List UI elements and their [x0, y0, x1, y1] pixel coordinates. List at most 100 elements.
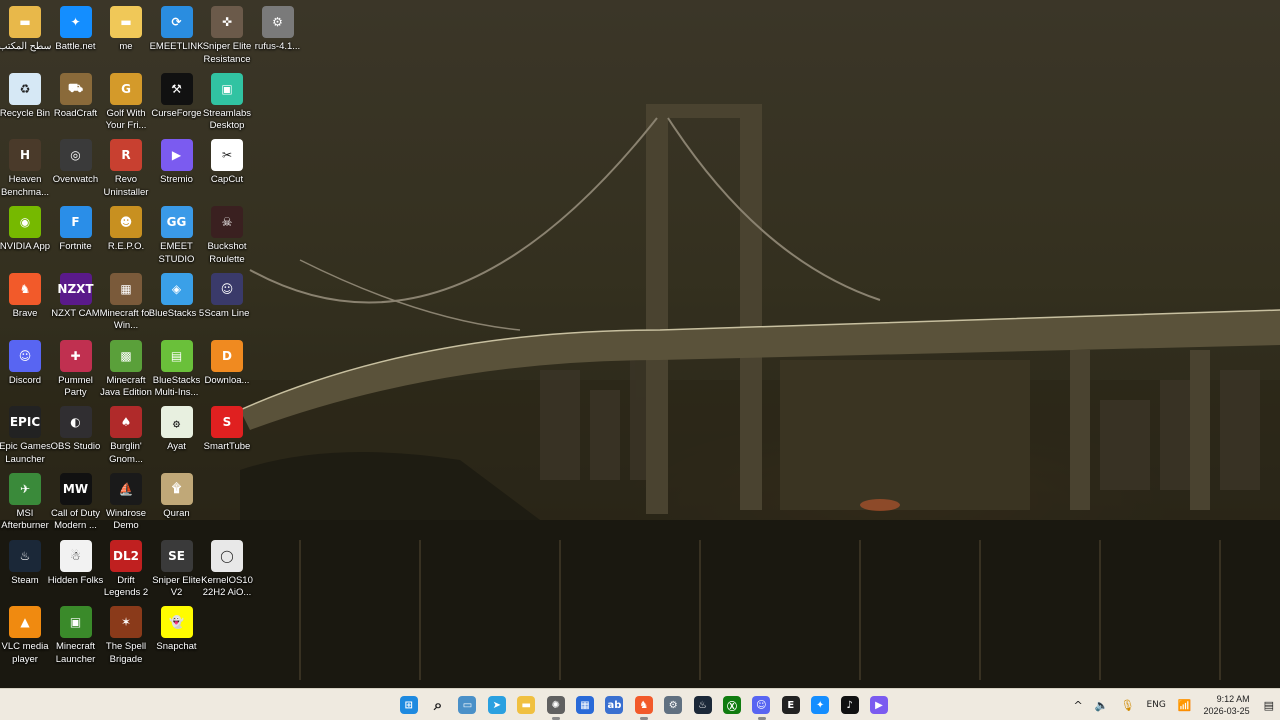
xbox-icon: Ⓧ — [722, 696, 741, 714]
folder-icon: ▬ — [517, 696, 536, 714]
desktop-icon[interactable]: ▤ BlueStacks Multi-Ins... — [152, 336, 202, 402]
desktop-icon[interactable]: ◐ OBS Studio — [51, 402, 101, 468]
taskbar-button-telegram[interactable]: ➤ — [482, 689, 511, 720]
taskbar-button-search[interactable]: ⌕ — [423, 689, 452, 720]
taskbar-button-widgets[interactable]: ▭ — [453, 689, 482, 720]
desktop-icon[interactable]: ✜ Sniper Elite Resistance — [202, 2, 252, 68]
desktop-icon-label: Battle.net — [55, 41, 96, 52]
desktop-icon[interactable]: ۞ Ayat — [152, 402, 202, 468]
taskbar-button-battlenet[interactable]: ✦ — [805, 689, 834, 720]
bluestacks-multi-icon: ▤ — [160, 339, 193, 372]
taskbar-button-settings[interactable]: ⚙ — [659, 689, 688, 720]
desktop-icon[interactable]: ♞ Brave — [0, 269, 50, 335]
desktop-icon-label: Fortnite — [59, 241, 92, 253]
desktop-icon[interactable]: ⟳ EMEETLINK — [150, 2, 203, 68]
desktop-icon[interactable]: ▩ Minecraft Java Edition — [100, 336, 152, 402]
desktop-icon[interactable]: ✶ The Spell Brigade — [101, 602, 151, 668]
desktop-icon[interactable]: ▣ Streamlabs Desktop — [202, 69, 252, 135]
desktop-icon[interactable]: ◉ NVIDIA App — [0, 202, 50, 268]
desktop-icon[interactable]: ◈ BlueStacks 5 — [148, 269, 205, 335]
desktop-icon[interactable]: NZXT NZXT CAM — [51, 269, 101, 335]
battlenet-icon: ✦ — [811, 696, 830, 714]
taskbar-button-start[interactable]: ⊞ — [394, 689, 423, 720]
widgets-icon: ▭ — [458, 696, 477, 714]
notification-center-icon[interactable]: ▤ — [1258, 699, 1280, 712]
taskbar-button-epic[interactable]: E — [776, 689, 805, 720]
desktop-icon[interactable]: ▶ Stremio — [152, 135, 202, 201]
minecraft-launcher-icon: ▣ — [59, 606, 92, 639]
taskbar-button-tiktok[interactable]: ♪ — [835, 689, 864, 720]
desktop-icon[interactable]: MW Call of Duty Modern ... — [51, 469, 101, 535]
desktop-icon[interactable]: ☺ Discord — [0, 336, 50, 402]
desktop-icon[interactable]: R Revo Uninstaller — [101, 135, 151, 201]
input-language-indicator[interactable]: ENG — [1140, 700, 1171, 710]
nvidia-icon: ◉ — [9, 206, 41, 239]
desktop-icon[interactable]: ◎ Overwatch — [51, 135, 101, 201]
folder-icon: ▬ — [9, 6, 41, 38]
desktop-icon[interactable]: S SmartTube — [202, 402, 252, 468]
taskbar-button-brave[interactable]: ♞ — [629, 689, 658, 720]
desktop-icon[interactable]: SE Sniper Elite V2 — [152, 536, 202, 602]
desktop-icon[interactable]: ⚒ CurseForge — [151, 69, 202, 135]
curseforge-icon: ⚒ — [160, 72, 193, 105]
desktop-icon[interactable]: ♻ Recycle Bin — [0, 69, 50, 135]
desktop-icon[interactable]: ✦ Battle.net — [51, 2, 101, 68]
drift-legends-icon: DL2 — [110, 539, 142, 572]
desktop-icon[interactable]: EPIC Epic Games Launcher — [0, 402, 51, 468]
discord-icon: ☺ — [9, 339, 41, 372]
taskbar-button-chatgpt[interactable]: ✺ — [541, 689, 570, 720]
taskbar-button-ms-store[interactable]: ▦ — [570, 689, 599, 720]
network-icon[interactable]: 📶 — [1172, 699, 1198, 712]
desktop-icon[interactable]: ✂ CapCut — [202, 135, 252, 201]
desktop-icon-label: BlueStacks 5 — [148, 307, 205, 319]
desktop-icon[interactable]: DL2 Drift Legends 2 — [101, 536, 151, 602]
taskbar-button-app-blue[interactable]: ab — [600, 689, 629, 720]
clock[interactable]: 9:12 AM 2026-03-25 — [1198, 693, 1258, 717]
desktop-icon[interactable]: ☃ Hidden Folks — [48, 536, 103, 602]
desktop-icon[interactable]: 👻 Snapchat — [152, 602, 202, 668]
desktop-icon-label: VLC media player — [1, 641, 49, 665]
nzxt-cam-icon: NZXT — [57, 272, 94, 305]
desktop-icon[interactable]: F Fortnite — [51, 202, 101, 268]
desktop-icon[interactable]: ▦ Minecraft for Win... — [100, 269, 152, 335]
show-hidden-icons-chevron-icon[interactable]: ^ — [1068, 699, 1089, 712]
desktop-icon[interactable]: ▬ سطح المكتب — [0, 2, 52, 68]
desktop-icon[interactable]: ◯ KernelOS10 22H2 AiO... — [201, 536, 253, 602]
desktop-icon[interactable]: ☻ R.E.P.O. — [101, 202, 151, 268]
desktop-icon[interactable]: ⛟ RoadCraft — [51, 69, 101, 135]
desktop-icon[interactable]: ✚ Pummel Party — [51, 336, 101, 402]
taskbar-button-xbox[interactable]: Ⓧ — [717, 689, 746, 720]
desktop-icon-label: Pummel Party — [58, 374, 93, 399]
desktop-icon-label: me — [119, 41, 133, 52]
taskbar-button-file-explorer[interactable]: ▬ — [512, 689, 541, 720]
desktop-icon[interactable]: ▲ VLC media player — [0, 602, 50, 668]
desktop-icon[interactable]: ☺ Scam Line — [202, 269, 252, 335]
desktop-icon[interactable]: ۩ Quran — [152, 469, 202, 535]
desktop-icon[interactable]: H Heaven Benchma... — [0, 135, 50, 201]
taskbar-button-discord[interactable]: ☺ — [747, 689, 776, 720]
desktop-icon[interactable]: ♨ Steam — [0, 536, 50, 602]
taskbar-button-steam[interactable]: ♨ — [688, 689, 717, 720]
desktop-icon[interactable]: ⛵ Windrose Demo — [101, 469, 151, 535]
desktop-icon[interactable]: D Downloa... — [202, 336, 252, 402]
desktop-icon[interactable]: ☠ Buckshot Roulette — [202, 202, 252, 268]
brave-icon: ♞ — [634, 696, 653, 714]
minecraft-java-icon: ▩ — [110, 339, 142, 372]
desktop-icon[interactable]: ▣ Minecraft Launcher — [51, 602, 101, 668]
desktop-icon[interactable]: ✈ MSI Afterburner — [0, 469, 50, 535]
epic-games-icon: E — [781, 696, 800, 714]
desktop-icon-label: Burglin' Gnom... — [109, 441, 143, 465]
desktop-icon-label: Sniper Elite Resistance — [202, 41, 252, 65]
desktop-icon[interactable]: ♠ Burglin' Gnom... — [101, 402, 151, 468]
msi-afterburner-icon: ✈ — [9, 472, 41, 505]
desktop-icon-label: OBS Studio — [50, 441, 101, 453]
roadcraft-icon: ⛟ — [59, 72, 92, 105]
taskbar-button-stremio[interactable]: ▶ — [864, 689, 893, 720]
desktop-icon[interactable]: ▬ me — [101, 2, 151, 68]
desktop-icon[interactable]: GG EMEET STUDIO — [152, 202, 202, 268]
settings-icon: ⚙ — [664, 696, 683, 714]
desktop-icon[interactable]: ⚙ rufus-4.1... — [253, 2, 303, 68]
microphone-icon[interactable]: 🎙 — [1114, 699, 1140, 712]
speaker-icon[interactable]: 🔈 — [1089, 699, 1115, 712]
desktop-icon[interactable]: G Golf With Your Fri... — [101, 69, 151, 135]
